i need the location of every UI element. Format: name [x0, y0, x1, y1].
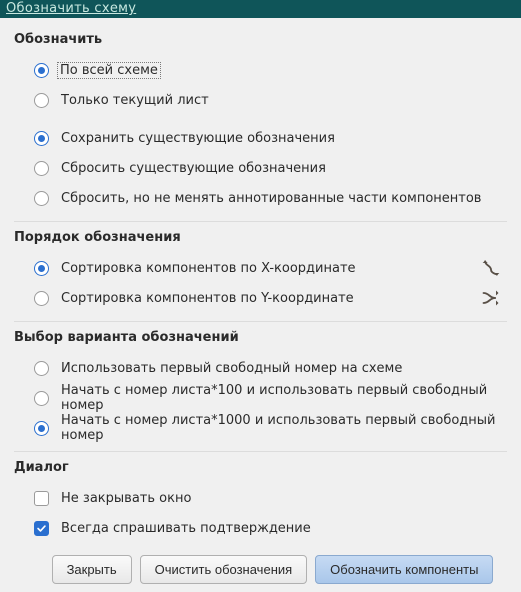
annotate-button[interactable]: Обозначить компоненты [315, 555, 493, 584]
radio-variant-first-free[interactable]: Использовать первый свободный номер на с… [34, 353, 507, 383]
separator [14, 221, 507, 222]
checkbox-no-close[interactable]: Не закрывать окно [34, 483, 507, 513]
group-variant-label: Выбор варианта обозначений [14, 330, 507, 345]
radio-existing-reset[interactable]: Сбросить существующие обозначения [34, 153, 507, 183]
radio-order-by-y[interactable]: Сортировка компонентов по Y-координате [34, 283, 507, 313]
group-annotate-label: Обозначить [14, 32, 507, 47]
group-order: Порядок обозначения Сортировка компонент… [14, 230, 507, 313]
separator [14, 451, 507, 452]
radio-icon [34, 131, 49, 146]
radio-existing-reset-label: Сбросить существующие обозначения [59, 161, 326, 176]
radio-variant-sheet-100[interactable]: Начать с номер листа*100 и использовать … [34, 383, 507, 413]
sort-horizontal-icon [481, 288, 501, 308]
close-button[interactable]: Закрыть [52, 555, 132, 584]
radio-variant-sheet-100-label: Начать с номер листа*100 и использовать … [59, 383, 507, 413]
group-dialog-label: Диалог [14, 460, 507, 475]
radio-scope-whole[interactable]: По всей схеме [34, 55, 507, 85]
radio-icon [34, 63, 49, 78]
checkbox-confirm[interactable]: Всегда спрашивать подтверждение [34, 513, 507, 543]
group-variant: Выбор варианта обозначений Использовать … [14, 330, 507, 443]
radio-scope-current-label: Только текущий лист [59, 93, 209, 108]
sort-vertical-icon [481, 258, 501, 278]
group-order-label: Порядок обозначения [14, 230, 507, 245]
radio-order-by-x[interactable]: Сортировка компонентов по X-координате [34, 253, 507, 283]
group-annotate: Обозначить По всей схеме Только текущий … [14, 32, 507, 213]
separator [14, 321, 507, 322]
radio-order-by-y-label: Сортировка компонентов по Y-координате [59, 291, 354, 306]
radio-icon [34, 291, 49, 306]
checkbox-icon [34, 521, 49, 536]
radio-icon [34, 391, 49, 406]
clear-button[interactable]: Очистить обозначения [140, 555, 308, 584]
radio-existing-keep[interactable]: Сохранить существующие обозначения [34, 123, 507, 153]
radio-variant-first-free-label: Использовать первый свободный номер на с… [59, 361, 402, 376]
dialog-content: Обозначить По всей схеме Только текущий … [0, 18, 521, 592]
radio-icon [34, 261, 49, 276]
radio-icon [34, 361, 49, 376]
checkbox-no-close-label: Не закрывать окно [59, 491, 191, 506]
radio-icon [34, 191, 49, 206]
group-dialog: Диалог Не закрывать окно Всегда спрашива… [14, 460, 507, 543]
radio-icon [34, 421, 49, 436]
radio-variant-sheet-1000[interactable]: Начать с номер листа*1000 и использовать… [34, 413, 507, 443]
radio-icon [34, 161, 49, 176]
radio-scope-whole-label: По всей схеме [57, 62, 161, 79]
radio-scope-current[interactable]: Только текущий лист [34, 85, 507, 115]
radio-order-by-x-label: Сортировка компонентов по X-координате [59, 261, 356, 276]
radio-existing-reset-keep[interactable]: Сбросить, но не менять аннотированные ча… [34, 183, 507, 213]
window-titlebar: Обозначить схему [0, 0, 521, 18]
radio-existing-reset-keep-label: Сбросить, но не менять аннотированные ча… [59, 191, 481, 206]
radio-variant-sheet-1000-label: Начать с номер листа*1000 и использовать… [59, 413, 507, 443]
checkbox-icon [34, 491, 49, 506]
radio-icon [34, 93, 49, 108]
checkbox-confirm-label: Всегда спрашивать подтверждение [59, 521, 311, 536]
window-title: Обозначить схему [6, 1, 136, 16]
button-bar: Закрыть Очистить обозначения Обозначить … [38, 555, 507, 584]
radio-existing-keep-label: Сохранить существующие обозначения [59, 131, 335, 146]
